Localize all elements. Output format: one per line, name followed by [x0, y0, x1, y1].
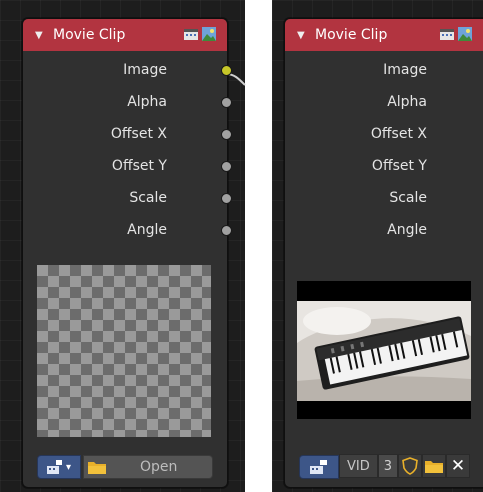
browse-clip-button[interactable]: ▾ [37, 455, 81, 479]
socket-label: Angle [127, 222, 167, 238]
empty-clip-preview [37, 265, 211, 437]
node-header[interactable]: ▼ Movie Clip [285, 19, 483, 51]
socket-image: Image [23, 60, 232, 80]
folder-icon [425, 461, 444, 473]
socket-label: Offset X [110, 126, 167, 142]
folder-icon [88, 462, 106, 474]
socket-label: Offset Y [371, 158, 427, 174]
clip-name-field[interactable]: VID [339, 454, 378, 478]
open-clip-button[interactable] [422, 454, 447, 478]
socket-scale: Scale [285, 188, 483, 208]
image-preview-icon [202, 27, 216, 41]
image-preview-icon [458, 27, 472, 41]
socket-label: Image [123, 62, 167, 78]
open-label: Open [140, 459, 178, 475]
open-clip-button[interactable]: Open [83, 455, 213, 479]
socket-label: Offset Y [111, 158, 167, 174]
socket-offset-y: Offset Y [23, 156, 232, 176]
socket-label: Offset X [370, 126, 427, 142]
socket-label: Scale [389, 190, 427, 206]
clip-preview-frame [297, 281, 471, 419]
clip-browse-icon [310, 460, 327, 474]
node-title: Movie Clip [53, 27, 126, 43]
browse-clip-button[interactable] [299, 455, 339, 479]
alpha-socket[interactable] [221, 97, 232, 108]
user-count-field[interactable]: 3 [377, 454, 399, 478]
socket-offset-x: Offset X [285, 124, 483, 144]
scale-socket[interactable] [221, 193, 232, 204]
socket-alpha: Alpha [285, 92, 483, 112]
fake-user-button[interactable] [398, 454, 423, 478]
socket-label: Alpha [127, 94, 167, 110]
offset-y-socket[interactable] [221, 161, 232, 172]
node-header[interactable]: ▼ Movie Clip [23, 19, 227, 51]
clip-browse-icon [46, 460, 62, 474]
angle-socket[interactable] [221, 225, 232, 236]
movie-clip-icon [440, 29, 454, 40]
fake-user-shield-icon [402, 457, 418, 475]
keyboard-photo [297, 281, 471, 419]
socket-image: Image [285, 60, 483, 80]
movie-clip-node-empty[interactable]: ▼ Movie Clip Image Alpha Offset X Offset… [22, 18, 232, 488]
chevron-down-icon: ▾ [65, 461, 72, 473]
socket-angle: Angle [285, 220, 483, 240]
close-x-icon: ✕ [450, 456, 466, 476]
socket-label: Image [383, 62, 427, 78]
image-socket[interactable] [221, 65, 232, 76]
clip-selector-footer: ▾ Open [37, 455, 213, 479]
socket-scale: Scale [23, 188, 232, 208]
unlink-clip-button[interactable]: ✕ [446, 454, 471, 478]
socket-label: Angle [387, 222, 427, 238]
socket-label: Alpha [387, 94, 427, 110]
socket-label: Scale [129, 190, 167, 206]
socket-alpha: Alpha [23, 92, 232, 112]
socket-angle: Angle [23, 220, 232, 240]
socket-offset-y: Offset Y [285, 156, 483, 176]
offset-x-socket[interactable] [221, 129, 232, 140]
clip-selector-footer: VID 3 ✕ [299, 454, 481, 479]
collapse-triangle-icon[interactable]: ▼ [35, 30, 49, 41]
node-title: Movie Clip [315, 27, 388, 43]
movie-clip-node-loaded[interactable]: ▼ Movie Clip Image Alpha Offset X Offset… [284, 18, 483, 488]
movie-clip-icon [184, 29, 198, 40]
collapse-triangle-icon[interactable]: ▼ [297, 30, 311, 41]
socket-offset-x: Offset X [23, 124, 232, 144]
